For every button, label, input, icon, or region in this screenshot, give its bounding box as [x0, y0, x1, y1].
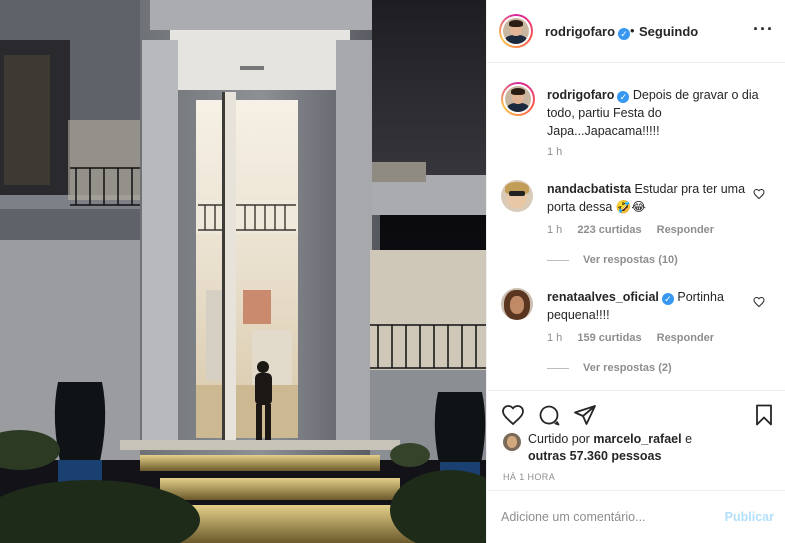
caption-username[interactable]: rodrigofaro — [547, 88, 614, 102]
post-photo[interactable] — [0, 0, 486, 543]
caption-time: 1 h — [547, 146, 563, 158]
verified-badge-icon: ✓ — [661, 293, 674, 305]
comment-username[interactable]: nandacbatista — [547, 182, 631, 196]
more-options-icon[interactable]: ··· — [753, 20, 774, 38]
reply-button[interactable]: Responder — [657, 332, 714, 344]
comment-likes[interactable]: 159 curtidas — [577, 332, 641, 344]
comment-meta: 1 h 159 curtidas Responder — [547, 332, 726, 344]
caption-avatar[interactable] — [501, 82, 535, 116]
like-comment-heart-icon[interactable] — [753, 188, 765, 200]
liker-avatar — [503, 433, 521, 451]
view-replies-button[interactable]: Ver respostas (2) — [547, 362, 672, 374]
post-header: rodrigofaro ✓ • Seguindo ··· — [487, 0, 785, 63]
like-heart-icon[interactable] — [501, 403, 525, 427]
like-comment-heart-icon[interactable] — [753, 296, 765, 308]
commenter-avatar[interactable] — [501, 180, 533, 212]
comment-likes[interactable]: 223 curtidas — [577, 224, 641, 236]
follow-separator: • — [630, 23, 635, 38]
liker-username[interactable]: marcelo_rafael — [593, 432, 681, 446]
post-actions: Curtido por marcelo_rafael e outras 57.3… — [487, 390, 785, 490]
house-night-photo — [0, 0, 486, 543]
comment-time: 1 h — [547, 332, 563, 344]
author-username[interactable]: rodrigofaro ✓ — [545, 24, 631, 40]
add-comment-bar: Publicar — [487, 490, 785, 543]
caption-text: rodrigofaro ✓ Depois de gravar o dia todo… — [547, 88, 759, 138]
comment-meta: 1 h 223 curtidas Responder — [547, 224, 726, 236]
comments-list[interactable]: rodrigofaro ✓ Depois de gravar o dia todo… — [487, 64, 785, 390]
verified-badge-icon: ✓ — [617, 91, 630, 103]
verified-badge-icon: ✓ — [618, 28, 631, 40]
comment-text: nandacbatista Estudar pra ter uma porta … — [547, 182, 746, 214]
comment-bubble-icon[interactable] — [537, 403, 561, 427]
author-avatar[interactable] — [499, 14, 533, 48]
following-button[interactable]: Seguindo — [639, 24, 698, 39]
comment-time: 1 h — [547, 224, 563, 236]
likes-count[interactable]: outras 57.360 pessoas — [528, 449, 661, 463]
post-side-panel: rodrigofaro ✓ • Seguindo ··· rodrigofaro ✓… — [486, 0, 785, 543]
comment-text: renataalves_oficial ✓ Portinha pequena!!!… — [547, 290, 724, 322]
reply-button[interactable]: Responder — [657, 224, 714, 236]
post-timestamp: HÁ 1 HORA — [503, 472, 556, 482]
save-bookmark-icon[interactable] — [752, 403, 776, 427]
replies-divider — [547, 367, 569, 369]
view-replies-button[interactable]: Ver respostas (10) — [547, 254, 678, 266]
replies-divider — [547, 259, 569, 261]
publish-button[interactable]: Publicar — [725, 510, 774, 524]
share-paper-plane-icon[interactable] — [573, 403, 597, 427]
comment-username[interactable]: renataalves_oficial — [547, 290, 659, 304]
commenter-avatar[interactable] — [501, 288, 533, 320]
comment-input[interactable] — [501, 507, 721, 527]
